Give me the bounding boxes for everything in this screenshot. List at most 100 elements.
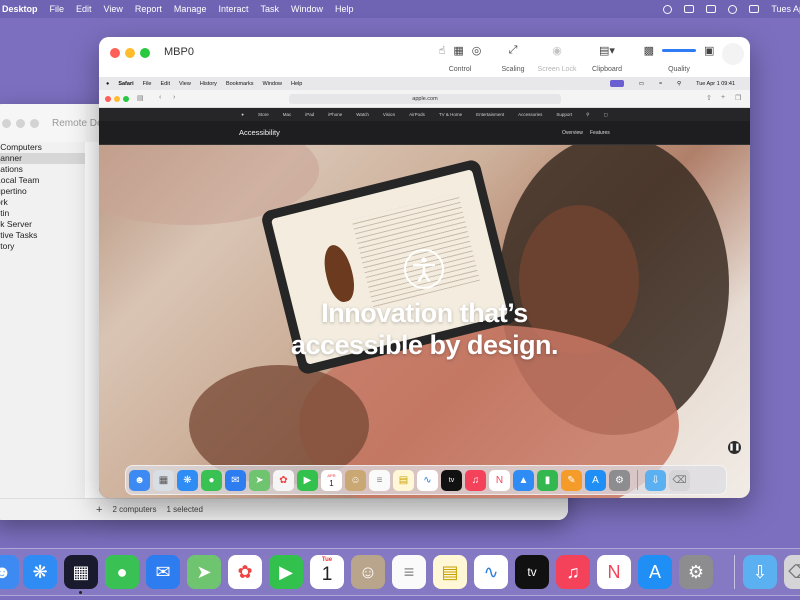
dock-messages-icon[interactable]: ●	[201, 469, 222, 491]
zoom-button[interactable]	[140, 48, 150, 58]
menu-manage[interactable]: Manage	[174, 4, 207, 14]
dock-safari-icon[interactable]: ❋	[23, 555, 57, 589]
nav-vision[interactable]: Vision	[383, 112, 395, 117]
add-button[interactable]: +	[96, 504, 102, 516]
screen-sharing-status-icon[interactable]	[609, 80, 624, 87]
dock-calendar-icon[interactable]: APR 1	[321, 469, 342, 491]
menu-task[interactable]: Task	[260, 4, 279, 14]
apple-menu-icon[interactable]: ●	[106, 81, 109, 87]
share-icon[interactable]: ⇧	[706, 94, 712, 102]
dock-tv-icon[interactable]: tv	[441, 469, 462, 491]
nav-tv-home[interactable]: TV & Home	[439, 112, 462, 117]
dock-trash-icon[interactable]: ⌫	[784, 555, 800, 589]
user-icon[interactable]	[663, 4, 673, 14]
sidebar-icon[interactable]: ▤	[137, 94, 144, 102]
dock-downloads-icon[interactable]: ⇩	[645, 469, 666, 491]
sidebar-item-local-team[interactable]: Local Team	[0, 175, 85, 186]
dock-news-icon[interactable]: N	[489, 469, 510, 491]
dock-news-icon[interactable]: N	[597, 555, 631, 589]
dock-finder-icon[interactable]: ☻	[0, 555, 19, 589]
sidebar-item-task-server[interactable]: sk Server	[0, 219, 85, 230]
dock-app-store-icon[interactable]: A	[638, 555, 672, 589]
control-center-icon[interactable]	[749, 5, 760, 13]
remote-menu-view[interactable]: View	[179, 81, 191, 87]
dock-maps-icon[interactable]: ➤	[249, 469, 270, 491]
dock-system-settings-icon[interactable]: ⚙	[679, 555, 713, 589]
nav-iphone[interactable]: iPhone	[328, 112, 342, 117]
dock-remote-desktop-icon[interactable]: ▦	[64, 555, 98, 589]
binoculars-icon[interactable]: ◎	[472, 44, 482, 57]
dock-notes-icon[interactable]: ▤	[433, 555, 467, 589]
observe-icon[interactable]: ▦	[453, 44, 463, 57]
nav-watch[interactable]: Watch	[356, 112, 369, 117]
forward-icon[interactable]: ›	[173, 94, 175, 101]
dock-photos-icon[interactable]: ✿	[273, 469, 294, 491]
wifi-icon[interactable]: ≈	[659, 81, 662, 87]
dock-reminders-icon[interactable]: ≡	[392, 555, 426, 589]
remote-clock[interactable]: Tue Apr 1 09:41	[696, 81, 735, 87]
nav-accessories[interactable]: Accessories	[518, 112, 542, 117]
bag-icon[interactable]: ▢	[603, 112, 607, 118]
dock-app-store-icon[interactable]: A	[585, 469, 606, 491]
nav-airpods[interactable]: AirPods	[409, 112, 425, 117]
dock-pages-icon[interactable]: ✎	[561, 469, 582, 491]
app-menu-desktop[interactable]: Desktop	[2, 4, 38, 14]
dock-messages-icon[interactable]: ●	[105, 555, 139, 589]
display-icon[interactable]	[684, 5, 695, 13]
scaling-icon[interactable]: ⤢	[509, 44, 518, 57]
sidebar-item-all-computers[interactable]: l Computers	[0, 142, 85, 153]
dock-trash-icon[interactable]: ⌫	[669, 469, 690, 491]
nav-mac[interactable]: Mac	[283, 112, 292, 117]
close-button[interactable]	[110, 48, 120, 58]
dock-downloads-icon[interactable]: ⇩	[743, 555, 777, 589]
menu-window[interactable]: Window	[291, 4, 323, 14]
zoom-button[interactable]	[30, 118, 39, 128]
page-title[interactable]: Accessibility	[239, 128, 280, 137]
dock-contacts-icon[interactable]: ☺	[345, 469, 366, 491]
dock-keynote-icon[interactable]: ▲	[513, 469, 534, 491]
nav-ipad[interactable]: iPad	[305, 112, 314, 117]
sidebar-item-austin[interactable]: stin	[0, 208, 85, 219]
dock-maps-icon[interactable]: ➤	[187, 555, 221, 589]
menu-edit[interactable]: Edit	[76, 4, 92, 14]
new-tab-icon[interactable]: +	[721, 94, 725, 101]
dock-numbers-icon[interactable]: ▮	[537, 469, 558, 491]
battery-icon[interactable]	[706, 5, 717, 13]
subnav-overview[interactable]: Overview	[562, 130, 583, 136]
dock-mail-icon[interactable]: ✉	[225, 469, 246, 491]
menu-file[interactable]: File	[50, 4, 65, 14]
toolbar-overflow-button[interactable]	[722, 43, 744, 65]
dock-freeform-icon[interactable]: ∿	[474, 555, 508, 589]
search-icon[interactable]: ⚲	[586, 112, 589, 118]
dock-mail-icon[interactable]: ✉	[146, 555, 180, 589]
safari-close-button[interactable]	[105, 96, 111, 102]
battery-icon[interactable]: ▭	[639, 81, 644, 87]
subnav-features[interactable]: Features	[590, 130, 610, 136]
remote-menu-bookmarks[interactable]: Bookmarks	[226, 81, 254, 87]
dock-launchpad-icon[interactable]: ▦	[153, 469, 174, 491]
dock-finder-icon[interactable]: ☻	[129, 469, 150, 491]
apple-logo-icon[interactable]: ●	[241, 112, 244, 117]
dock-music-icon[interactable]: ♫	[465, 469, 486, 491]
back-icon[interactable]: ‹	[159, 94, 161, 101]
remote-menu-help[interactable]: Help	[291, 81, 302, 87]
minimize-button[interactable]	[16, 118, 25, 128]
menu-help[interactable]: Help	[335, 4, 354, 14]
address-bar[interactable]: apple.com	[289, 94, 561, 104]
sidebar-item-cupertino[interactable]: upertino	[0, 186, 85, 197]
pause-button[interactable]: ❚❚	[728, 441, 741, 454]
remote-app-menu[interactable]: Safari	[118, 81, 133, 87]
clipboard-icon[interactable]: ▤▾	[599, 44, 615, 57]
dock-calendar-icon[interactable]: Tue 1	[310, 555, 344, 589]
dock-photos-icon[interactable]: ✿	[228, 555, 262, 589]
dock-contacts-icon[interactable]: ☺	[351, 555, 385, 589]
remote-menu-history[interactable]: History	[200, 81, 217, 87]
remote-menu-file[interactable]: File	[143, 81, 152, 87]
dock-reminders-icon[interactable]: ≡	[369, 469, 390, 491]
safari-zoom-button[interactable]	[123, 96, 129, 102]
nav-store[interactable]: Store	[258, 112, 269, 117]
dock-system-settings-icon[interactable]: ⚙	[609, 469, 630, 491]
eye-icon[interactable]: ◉	[552, 44, 562, 57]
minimize-button[interactable]	[125, 48, 135, 58]
nav-entertainment[interactable]: Entertainment	[476, 112, 504, 117]
